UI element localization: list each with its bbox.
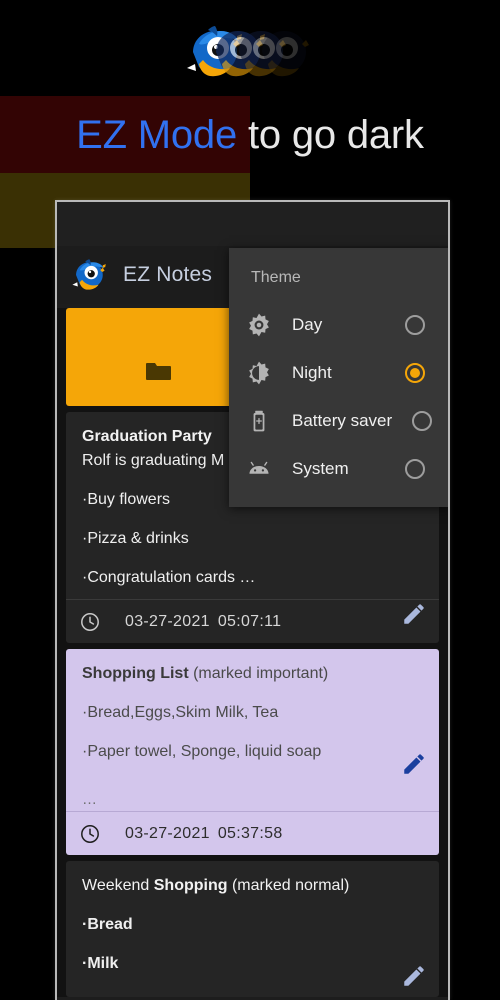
note-timestamp-time: 05:07:11 [217, 612, 282, 630]
theme-option-label: Battery saver [292, 411, 393, 430]
note-title-bold: Shopping List [82, 665, 189, 682]
theme-option-radio[interactable] [405, 459, 425, 479]
phone-frame: EZ Notes Notes Graduati [55, 200, 450, 1000]
theme-option-radio[interactable] [405, 363, 425, 383]
page-title: EZ Notes [123, 263, 213, 286]
theme-option-label: Day [292, 315, 323, 334]
note-line-text: ·Bread [82, 916, 133, 933]
battery-icon [246, 408, 272, 434]
android-icon [246, 456, 272, 482]
theme-option-battery-saver[interactable]: Battery saver [229, 397, 448, 445]
theme-option-radio[interactable] [412, 411, 432, 431]
note-title-bold: Graduation Party [82, 428, 212, 445]
theme-menu[interactable]: Theme Day Night Battery saver System [229, 248, 448, 507]
moon-icon [246, 360, 272, 386]
note-line-text: ·Milk [82, 955, 119, 972]
note-title-suffix: (marked important) [188, 665, 329, 682]
theme-option-system[interactable]: System [229, 445, 448, 493]
note-line: ·Bread,Eggs,Skim Milk, Tea [82, 704, 279, 721]
note-ellipsis: … [82, 791, 97, 808]
status-bar [57, 202, 448, 246]
promo-title-highlight: EZ Mode [76, 113, 238, 157]
note-title-prefix: Weekend [82, 877, 154, 894]
note-line: ·Milk [82, 953, 423, 975]
theme-option-label: Night [292, 363, 332, 382]
note-card[interactable]: Weekend Shopping (marked normal) ·Bread … [66, 861, 439, 997]
theme-option-day[interactable]: Day [229, 301, 448, 349]
note-timestamp: 03-27-2021 05:37:58 [66, 811, 439, 855]
note-line: ·Congratulation cards … [82, 569, 256, 586]
theme-option-night[interactable]: Night [229, 349, 448, 397]
clock-icon [80, 824, 100, 844]
note-timestamp-time: 05:37:58 [217, 824, 283, 842]
note-line: ·Bread [82, 914, 423, 936]
promo-title-rest: to go dark [237, 113, 424, 157]
theme-menu-header: Theme [251, 269, 301, 286]
note-title-bold: Shopping [153, 877, 228, 894]
sun-icon [246, 312, 272, 338]
theme-option-radio[interactable] [405, 315, 425, 335]
bird-mascot-icon [71, 258, 109, 292]
note-card[interactable]: Shopping List (marked important) ·Bread,… [66, 649, 439, 855]
note-timestamp-date: 03-27-2021 [125, 612, 210, 630]
pencil-icon[interactable] [401, 963, 427, 989]
note-timestamp: 03-27-2021 05:07:11 [66, 599, 439, 643]
note-title: Shopping List (marked important) [82, 663, 423, 685]
pencil-icon[interactable] [401, 601, 427, 627]
note-timestamp-date: 03-27-2021 [125, 824, 210, 842]
theme-option-label: System [292, 459, 349, 478]
note-title-suffix: (marked normal) [227, 877, 350, 894]
folder-icon[interactable] [66, 360, 253, 382]
bird-mascot-icon [185, 24, 317, 80]
note-title: Weekend Shopping (marked normal) [82, 875, 423, 897]
pencil-icon[interactable] [401, 751, 427, 777]
promo-title: EZ Mode to go dark [0, 104, 500, 166]
clock-icon [80, 612, 100, 632]
note-line: ·Pizza & drinks [82, 530, 189, 547]
note-line: ·Paper towel, Sponge, liquid soap [82, 743, 322, 760]
